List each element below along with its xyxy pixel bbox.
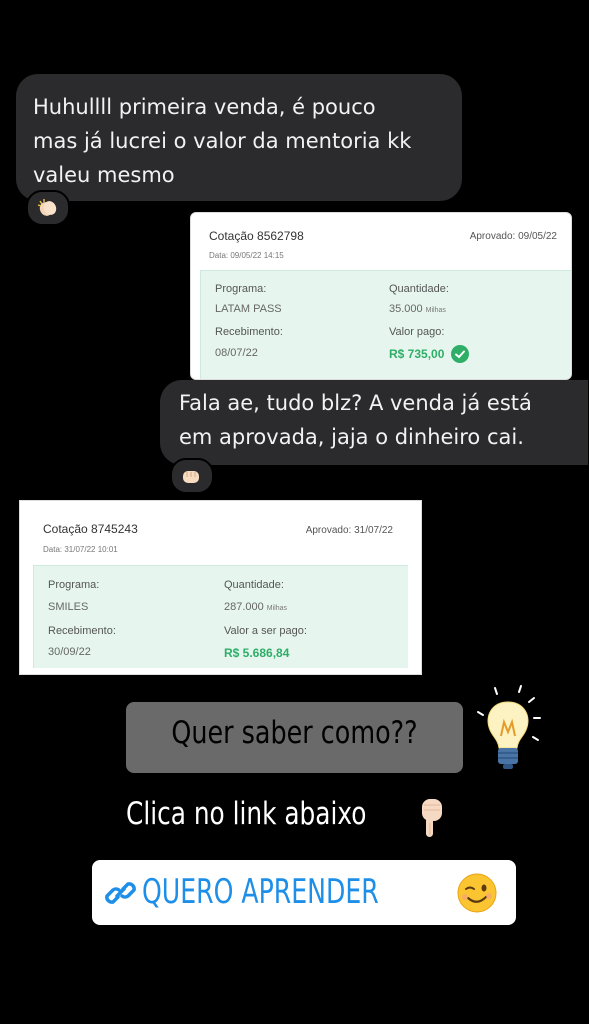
receipt-value: 08/07/22 bbox=[215, 347, 258, 359]
quote-card-2: Cotação 8745243 Aprovado: 31/07/22 Data:… bbox=[19, 500, 422, 675]
program-label: Programa: bbox=[48, 579, 100, 591]
quantity-unit: Milhas bbox=[425, 307, 446, 314]
message-line: Huhullll primeira venda, é pouco bbox=[33, 95, 376, 119]
pointing-down-hand-icon bbox=[408, 795, 452, 843]
paid-label: Valor a ser pago: bbox=[224, 625, 307, 637]
receipt-label: Recebimento: bbox=[215, 326, 283, 338]
message-text: Fala ae, tudo blz? A venda já está em ap… bbox=[179, 386, 589, 454]
approved-date: Aprovado: 31/07/22 bbox=[305, 525, 393, 536]
message-line: valeu mesmo bbox=[33, 163, 175, 187]
quote-card-1: Cotação 8562798 Aprovado: 09/05/22 Data:… bbox=[190, 212, 572, 380]
paid-value: R$ 5.686,84 bbox=[224, 646, 290, 660]
quote-date: Data: 09/05/22 14:15 bbox=[209, 251, 284, 260]
approved-date: Aprovado: 09/05/22 bbox=[469, 231, 557, 242]
paid-label: Valor pago: bbox=[389, 326, 445, 338]
card-details: Programa: SMILES Quantidade: 287.000 Milh… bbox=[33, 565, 408, 668]
winking-face-icon bbox=[456, 872, 498, 914]
program-label: Programa: bbox=[215, 283, 267, 295]
fist-bump-icon[interactable] bbox=[170, 458, 214, 494]
message-text: Huhullll primeira venda, é pouco mas já … bbox=[33, 90, 461, 192]
message-line: mas já lucrei o valor da mentoria kk bbox=[33, 129, 412, 153]
message-bubble-2: Fala ae, tudo blz? A venda já está em ap… bbox=[160, 380, 588, 465]
quantity-label: Quantidade: bbox=[224, 579, 284, 591]
quantity-value: 287.000 Milhas bbox=[224, 601, 287, 613]
quote-date: Data: 31/07/22 10:01 bbox=[43, 545, 118, 554]
quote-id: Cotação 8562798 bbox=[209, 229, 304, 243]
question-text: Quer saber como?? bbox=[171, 715, 418, 751]
clapping-hands-icon[interactable] bbox=[26, 190, 70, 226]
cta-button[interactable]: QUERO APRENDER bbox=[92, 860, 516, 925]
card-header: Cotação 8562798 Aprovado: 09/05/22 Data:… bbox=[191, 213, 571, 271]
light-bulb-icon bbox=[468, 684, 550, 776]
program-value: SMILES bbox=[48, 601, 89, 613]
quantity-unit: Milhas bbox=[266, 605, 287, 612]
paid-value: R$ 735,00 bbox=[389, 347, 445, 361]
message-line: em aprovada, jaja o dinheiro cai. bbox=[179, 425, 524, 449]
quantity-value: 35.000 Milhas bbox=[389, 303, 446, 315]
quantity-label: Quantidade: bbox=[389, 283, 449, 295]
message-bubble-1: Huhullll primeira venda, é pouco mas já … bbox=[16, 74, 462, 201]
receipt-value: 30/09/22 bbox=[48, 646, 91, 658]
card-details: Programa: LATAM PASS Quantidade: 35.000 M… bbox=[200, 270, 571, 379]
message-line: Fala ae, tudo blz? A venda já está bbox=[179, 391, 532, 415]
instruction-text: Clica no link abaixo bbox=[126, 796, 367, 832]
program-value: LATAM PASS bbox=[215, 303, 282, 315]
link-icon bbox=[104, 877, 138, 909]
receipt-label: Recebimento: bbox=[48, 625, 116, 637]
cta-label[interactable]: QUERO APRENDER bbox=[142, 872, 379, 912]
card-header: Cotação 8745243 Aprovado: 31/07/22 Data:… bbox=[20, 501, 421, 559]
check-icon bbox=[451, 345, 469, 363]
quote-id: Cotação 8745243 bbox=[43, 522, 138, 536]
question-banner: Quer saber como?? bbox=[126, 702, 463, 773]
